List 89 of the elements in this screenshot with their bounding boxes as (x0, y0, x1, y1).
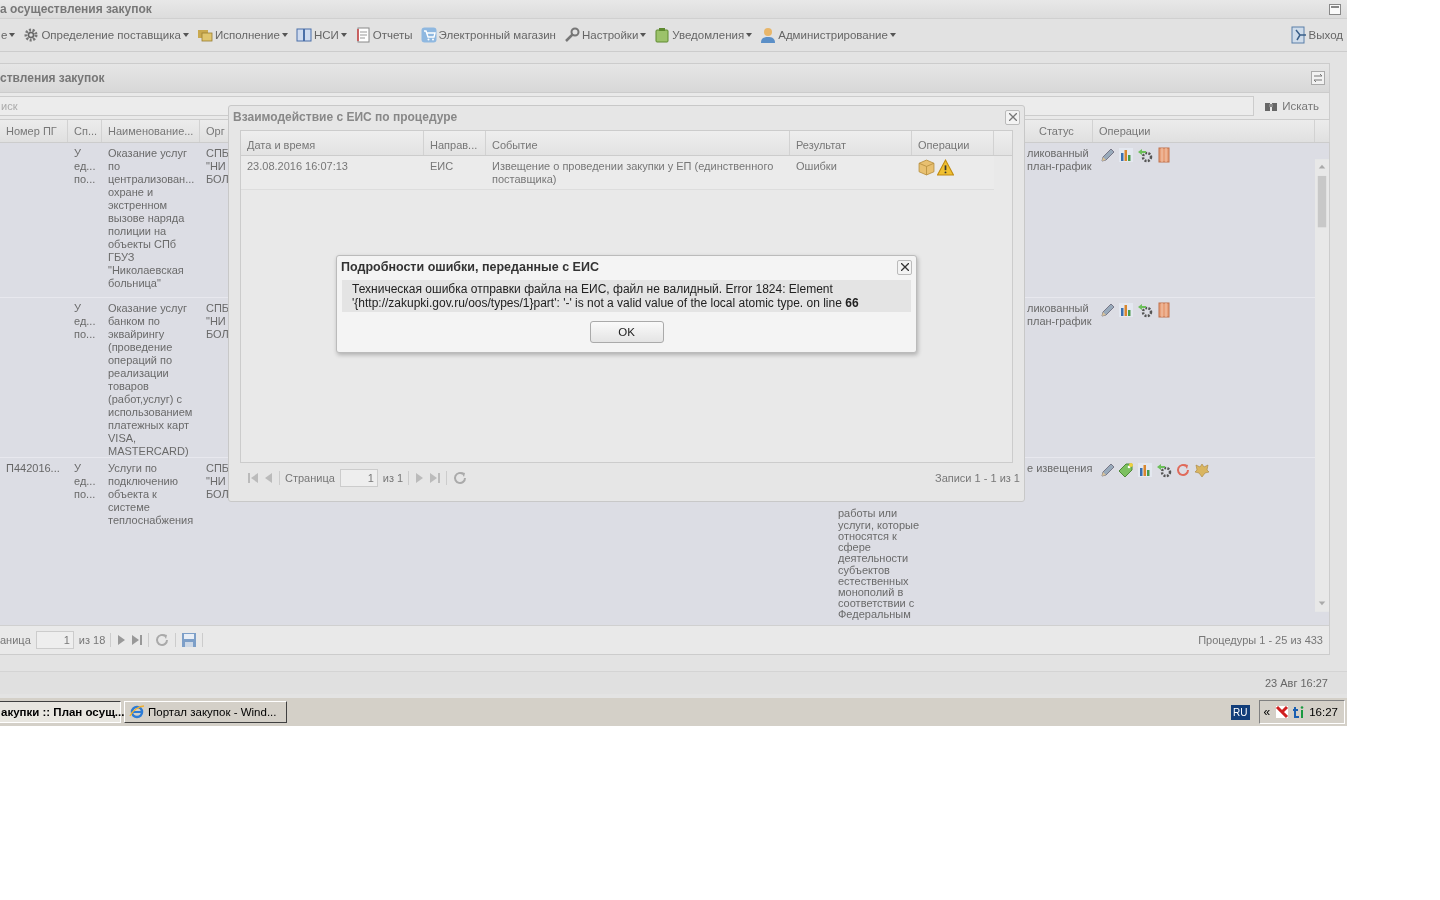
tag-icon[interactable] (1118, 462, 1134, 479)
error-message: Техническая ошибка отправки файла на ЕИС, файл не валидный. Error 1824: Element '{http://zakupki.gov.ru/oos/types/1}part': '-' is not a valid value of the local atomic type. on line 66 (342, 280, 911, 312)
pencil-icon[interactable] (1099, 462, 1115, 479)
table-cell: СПБ "НИ БОЛ (206, 462, 230, 502)
table-cell: У ед... по... (74, 147, 96, 187)
table-cell: работы или услуги, которые относятся к сфере деятельности субъектов естественных монополий в соответствии с Федеральным (838, 508, 920, 621)
menu-item[interactable]: Электронный магазин (416, 27, 560, 43)
status-datetime: 23 Авг 16:27 (1264, 677, 1328, 689)
tray-toggle[interactable]: « (1261, 705, 1273, 719)
logout-button[interactable]: Выход (1286, 26, 1347, 44)
search-button[interactable]: Искать (1258, 98, 1325, 113)
refresh-icon[interactable] (1175, 462, 1191, 479)
pencil-icon[interactable] (1099, 147, 1115, 164)
table-row[interactable]: 23.08.2016 16:07:13 ЕИС Извещение о проведении закупки у ЕП (единственного поставщика) Ошибки (241, 156, 994, 190)
page-count: из 1 (382, 472, 404, 484)
table-cell: СПБ "НИ БОЛ (206, 302, 230, 342)
table-cell: Оказание услуг банком по эквайрингу (проведение операций по реализации товаров (работ,услуг) с использованием платежных карт VISA, MASTERCARD) (108, 302, 193, 458)
taskbar-button[interactable]: Портал закупок - Wind... (124, 701, 287, 723)
table-cell: е извещения (1027, 462, 1093, 476)
window-title: а осуществления закупок (0, 2, 152, 16)
gear-icon[interactable] (1156, 462, 1172, 479)
box-icon[interactable] (918, 159, 935, 176)
clock: 16:27 (1309, 706, 1338, 718)
table-cell: ликованный план-график (1027, 302, 1092, 329)
records-summary: Записи 1 - 1 из 1 (935, 472, 1020, 484)
close-icon (900, 263, 909, 271)
table-cell-text: Ошибки (795, 159, 838, 174)
table-cell: П442016... (6, 462, 60, 475)
pager-label: аница (0, 634, 31, 647)
dialog-title: Подробности ошибки, переданные с ЕИС (341, 260, 599, 274)
pager-label: Страница (285, 472, 335, 484)
column-header[interactable]: Сп... (68, 119, 102, 143)
refresh-icon[interactable] (452, 470, 469, 486)
page-count: из 18 (78, 634, 106, 647)
table-cell: Услуги по подключению объекта к системе теплоснабжения (108, 462, 194, 528)
column-header[interactable]: Операции (1093, 119, 1315, 143)
table-cell: Оказание услуг по централизован... охране и экстренном вызове наряда полиции на объекты СПб ГБУЗ "Николаевская больница" (108, 147, 195, 291)
swap-icon[interactable] (1311, 70, 1325, 85)
next-page-icon[interactable] (116, 634, 127, 647)
table-cell: У ед... по... (74, 302, 96, 342)
menu-item[interactable]: Администрирование (756, 27, 900, 43)
page-field[interactable]: 1 (35, 631, 74, 650)
table-cell: СПБ "НИ БОЛ (206, 147, 230, 187)
menu-item[interactable]: Исполнение (192, 27, 292, 43)
user-icon (760, 27, 777, 43)
warning-icon[interactable] (937, 159, 954, 176)
table-cell: ликованный план-график (1027, 147, 1092, 174)
column-header[interactable]: Дата и время (241, 131, 424, 155)
menu-item[interactable]: Настройки (559, 27, 651, 43)
table-cell-text: 23.08.2016 16:07:13 (246, 159, 349, 174)
gear-icon[interactable] (1137, 147, 1153, 164)
gear-icon (23, 27, 40, 43)
column-header[interactable]: Номер ПГ (0, 119, 68, 143)
menu-item[interactable]: НСИ (291, 27, 351, 43)
close-icon (1008, 113, 1017, 121)
gear-icon[interactable] (1137, 302, 1153, 319)
report-icon (354, 27, 371, 43)
refresh-icon[interactable] (154, 632, 171, 649)
bar-chart-icon[interactable] (1118, 302, 1134, 319)
menu-item[interactable]: Определение поставщика (19, 27, 193, 43)
column-header[interactable]: Результат (790, 131, 912, 155)
menu-item[interactable]: Отчеты (350, 27, 417, 43)
folder-icon (196, 27, 213, 43)
maximize-icon[interactable] (1329, 3, 1341, 15)
last-page-icon[interactable] (131, 634, 144, 647)
book-icon (295, 27, 312, 43)
column-header[interactable]: Операции (912, 131, 994, 155)
menu-item[interactable]: Уведомления (650, 27, 757, 43)
column-header[interactable]: Событие (486, 131, 790, 155)
bar-chart-icon[interactable] (1137, 462, 1153, 479)
pencil-icon[interactable] (1099, 302, 1115, 319)
save-icon[interactable] (181, 632, 198, 649)
table-cell-text: ЕИС (429, 159, 455, 174)
column-header[interactable]: Наименование... (102, 119, 200, 143)
records-summary: Процедуры 1 - 25 из 433 (1198, 634, 1323, 647)
table-cell-text: Извещение о проведении закупки у ЕП (единственного поставщика) (491, 159, 775, 187)
exit-icon (1290, 26, 1307, 44)
menu-item[interactable]: е (0, 29, 20, 41)
language-indicator[interactable]: RU (1231, 704, 1250, 720)
close-button[interactable] (897, 259, 912, 275)
panel-title: ствления закупок (0, 70, 105, 85)
bar-chart-icon[interactable] (1118, 147, 1134, 164)
browser-icon (129, 704, 145, 720)
clipboard-icon (654, 27, 671, 43)
cart-icon (420, 27, 437, 43)
column-header[interactable]: Направ... (424, 131, 486, 155)
ok-button[interactable]: OK (589, 321, 664, 343)
table-cell: У ед... по... (74, 462, 96, 502)
page-field[interactable]: 1 (339, 469, 378, 487)
